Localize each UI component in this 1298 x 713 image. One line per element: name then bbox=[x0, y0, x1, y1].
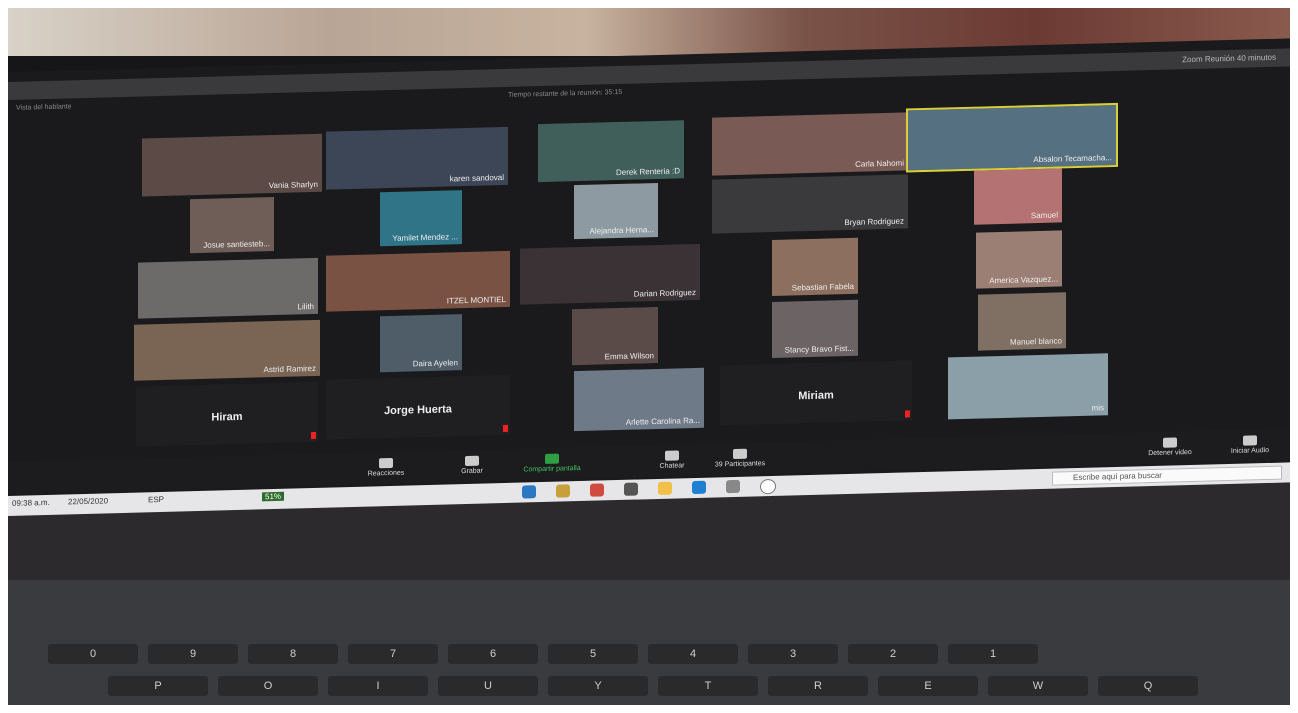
headphones-icon bbox=[1243, 435, 1257, 446]
audio-button[interactable]: Iniciar Audio bbox=[1218, 435, 1282, 456]
participant-tile[interactable]: Darian Rodriguez bbox=[520, 243, 700, 305]
zoom-app-icon[interactable] bbox=[522, 485, 536, 499]
participant-tile[interactable]: Vania Sharlyn bbox=[142, 133, 322, 197]
task-view-icon[interactable] bbox=[726, 479, 740, 494]
laptop-screen: Zoom Reunión 40 minutos Vista del hablan… bbox=[8, 38, 1290, 516]
file-explorer-icon[interactable] bbox=[658, 481, 672, 495]
keyboard-letter-row: P O I U Y T R E W Q bbox=[8, 676, 1290, 702]
participant-tile[interactable]: Arlette Carolina Ra... bbox=[574, 367, 704, 432]
edge-icon[interactable] bbox=[692, 480, 706, 495]
participant-tile[interactable]: Lilith bbox=[138, 257, 318, 319]
participant-tile[interactable]: Stancy Bravo Fist... bbox=[772, 299, 858, 358]
participant-tile-no-video[interactable]: Miriam bbox=[720, 360, 912, 426]
language-indicator[interactable]: ESP bbox=[148, 495, 164, 504]
view-toggle[interactable]: Vista del hablante bbox=[16, 103, 72, 111]
people-icon bbox=[733, 448, 747, 460]
taskbar-time: 09:38 a.m. bbox=[12, 497, 50, 508]
chat-button[interactable]: Chatear bbox=[640, 450, 704, 471]
reactions-button[interactable]: Reacciones bbox=[354, 457, 418, 478]
participant-tile[interactable]: Bryan Rodriguez bbox=[712, 174, 908, 234]
cortana-icon[interactable] bbox=[760, 478, 776, 495]
video-camera-icon bbox=[1163, 437, 1177, 448]
share-screen-icon bbox=[545, 453, 559, 464]
participant-tile-active-speaker[interactable]: Absalon Tecamacha... bbox=[906, 102, 1118, 173]
battery-indicator[interactable]: 51% bbox=[262, 491, 285, 502]
keyboard-number-row: 0 9 8 7 6 5 4 3 2 1 bbox=[8, 644, 1290, 670]
participant-tile[interactable]: Derek Renteria :D bbox=[538, 120, 684, 183]
participant-tile[interactable]: Carla Nahomi bbox=[712, 112, 908, 176]
participant-tile-no-video[interactable]: Jorge Huerta bbox=[326, 374, 510, 440]
stop-video-button[interactable]: Detener video bbox=[1138, 437, 1202, 458]
chrome-icon[interactable] bbox=[556, 484, 570, 498]
muted-mic-icon bbox=[905, 410, 910, 418]
time-remaining: Tiempo restante de la reunión: 35:15 bbox=[508, 88, 623, 99]
chat-bubble-icon bbox=[665, 450, 679, 461]
muted-mic-icon bbox=[503, 424, 508, 433]
participant-tile[interactable]: ITZEL MONTIEL bbox=[326, 250, 510, 312]
participant-tile[interactable]: Emma Wilson bbox=[572, 306, 658, 366]
participant-tile[interactable]: America Vazquez... bbox=[976, 230, 1062, 289]
participant-tile[interactable]: Josue santiesteb... bbox=[190, 197, 274, 254]
record-icon bbox=[465, 455, 479, 467]
laptop-keyboard: 0 9 8 7 6 5 4 3 2 1 P O I U Y T R E W Q bbox=[8, 580, 1290, 705]
window-title: Zoom Reunión 40 minutos bbox=[1182, 52, 1276, 65]
participant-tile[interactable]: Sebastian Fabela bbox=[772, 237, 858, 296]
taskbar-date: 22/05/2020 bbox=[68, 496, 109, 507]
participant-tile[interactable]: Samuel bbox=[974, 168, 1062, 225]
participants-button[interactable]: 39 Participantes bbox=[708, 448, 772, 469]
participant-tile[interactable]: Alejandra Herna... bbox=[574, 182, 658, 240]
photo-frame: Zoom Reunión 40 minutos Vista del hablan… bbox=[8, 8, 1290, 705]
office-icon[interactable] bbox=[590, 483, 604, 497]
participant-tile[interactable]: Yamilet Mendez ... bbox=[380, 190, 462, 247]
record-button[interactable]: Grabar bbox=[440, 455, 504, 476]
participant-tile[interactable]: Astrid Ramirez bbox=[134, 319, 320, 381]
share-screen-button[interactable]: Compartir pantalla bbox=[520, 453, 584, 474]
participant-tile[interactable]: Daira Ayelen bbox=[380, 314, 462, 373]
store-icon[interactable] bbox=[624, 482, 638, 496]
participant-tile[interactable]: karen sandoval bbox=[326, 126, 508, 190]
participant-tile[interactable]: mis bbox=[948, 353, 1108, 420]
participant-tile[interactable]: Manuel blanco bbox=[978, 292, 1066, 351]
muted-mic-icon bbox=[311, 431, 316, 440]
participant-tile-no-video[interactable]: Hiram bbox=[136, 381, 318, 447]
smiley-icon bbox=[379, 457, 393, 469]
taskbar-search-box[interactable]: Escribe aquí para buscar bbox=[1052, 465, 1282, 486]
